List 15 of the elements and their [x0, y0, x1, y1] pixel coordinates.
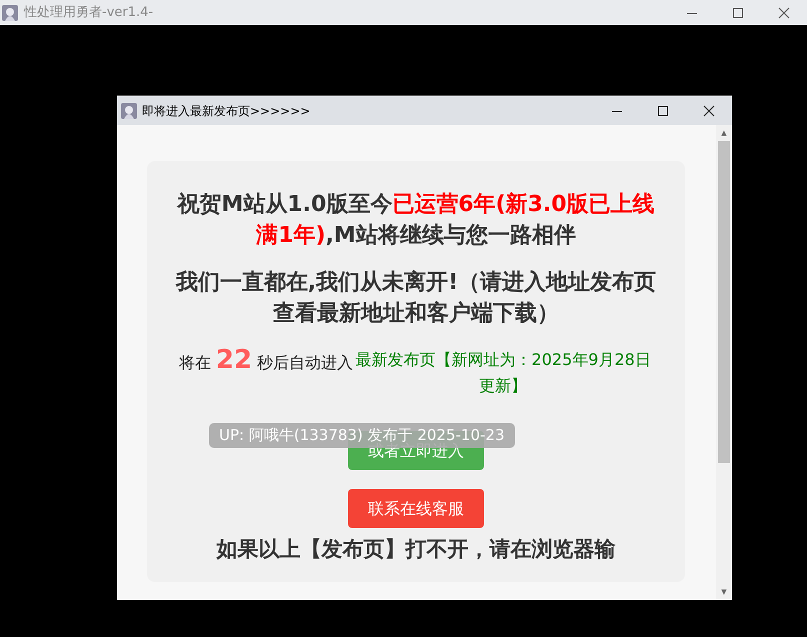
window-title: 性处理用勇者-ver1.4- — [24, 4, 154, 22]
avatar-icon — [121, 102, 137, 118]
footer-text: 如果以上【发布页】打不开，请在浏览器输 — [216, 536, 616, 562]
maximize-icon — [733, 8, 743, 18]
dialog-title: 即将进入最新发布页>>>>>> — [142, 102, 310, 120]
close-icon — [778, 6, 790, 18]
release-page-link[interactable]: 最新发布页【新网址为：2025年9月28日更新】 — [353, 347, 654, 399]
headline: 祝贺M站从1.0版至今已运营6年(新3.0版已上线满1年),M站将继续与您一路相伴 — [176, 191, 656, 250]
support-button[interactable]: 联系在线客服 — [348, 489, 484, 528]
scrollbar-thumb[interactable] — [718, 141, 730, 463]
close-icon — [703, 104, 715, 116]
maximize-icon — [658, 106, 668, 116]
uploader-tooltip: UP: 阿哦牛(133783) 发布于 2025-10-23 — [209, 423, 515, 448]
subheadline: 我们一直都在,我们从未离开!（请进入地址发布页查看最新地址和客户端下载） — [174, 269, 658, 328]
countdown-text: 将在 22 秒后自动进入最新发布页【新网址为：2025年9月28日更新】 — [174, 347, 658, 399]
